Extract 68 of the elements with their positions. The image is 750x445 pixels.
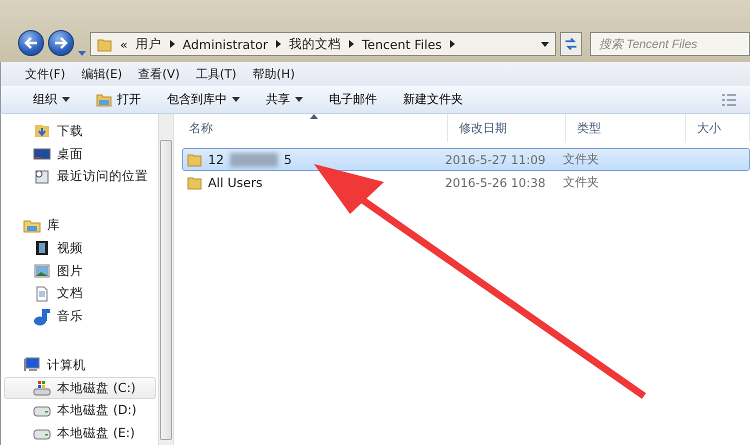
caret-icon xyxy=(62,97,70,102)
column-header[interactable]: 类型 xyxy=(566,114,686,142)
sidebar-header[interactable]: 库 xyxy=(4,214,156,237)
file-name: All Users xyxy=(208,175,262,190)
type-cell-text: 文件夹 xyxy=(563,151,600,168)
chevron-icon[interactable] xyxy=(450,40,455,48)
menu-item[interactable]: 帮助(H) xyxy=(252,66,295,82)
music-note-icon xyxy=(33,308,51,326)
date-cell-text: 2016-5-27 11:09 xyxy=(445,152,546,166)
breadcrumb[interactable]: Administrator xyxy=(182,36,268,52)
caret-icon xyxy=(295,97,303,102)
sidebar-item[interactable]: 最近访问的位置 xyxy=(4,166,156,188)
chevron-icon[interactable] xyxy=(348,40,354,48)
toolbar-button[interactable]: 共享 xyxy=(266,91,303,108)
sidebar-item[interactable]: 本地磁盘 (C:) xyxy=(4,376,156,400)
toolbar-button[interactable]: 电子邮件 xyxy=(329,91,377,108)
toolbar-button[interactable]: 包含到库中 xyxy=(167,91,240,108)
file-name: 5 xyxy=(284,152,292,167)
type-cell-text: 文件夹 xyxy=(563,174,600,191)
file-row[interactable]: All Users 2016-5-26 10:38 文件夹 xyxy=(182,171,750,194)
scrollbar[interactable] xyxy=(158,114,173,445)
chevron-icon[interactable] xyxy=(170,40,175,48)
column-header[interactable]: 修改日期 xyxy=(448,114,566,142)
folder-icon xyxy=(187,152,202,167)
caret-icon[interactable] xyxy=(541,42,549,46)
menu-item[interactable]: 文件(F) xyxy=(25,66,66,82)
date-cell-text: 2016-5-26 10:38 xyxy=(445,176,546,190)
open-folder-icon xyxy=(96,92,112,106)
back-button[interactable] xyxy=(18,30,44,56)
file-row[interactable]: 12 5 2016-5-27 11:09 文件夹 xyxy=(182,148,750,171)
toolbar-button[interactable]: 新建文件夹 xyxy=(403,91,463,108)
folder-icon xyxy=(187,175,202,190)
sort-arrow-icon xyxy=(310,114,318,119)
film-icon xyxy=(33,239,51,258)
sidebar-item[interactable]: 图片 xyxy=(4,260,156,283)
toolbar-button[interactable]: 打开 xyxy=(96,91,141,108)
sidebar-item[interactable]: 文档 xyxy=(4,282,156,306)
breadcrumb[interactable]: Tencent Files xyxy=(362,36,442,52)
breadcrumb[interactable]: 我的文档 xyxy=(288,36,341,52)
sidebar-item[interactable]: 音乐 xyxy=(4,305,156,328)
folder-icon xyxy=(97,36,112,52)
drive-icon xyxy=(33,379,51,398)
menu-item[interactable]: 查看(V) xyxy=(138,66,180,82)
address-bar[interactable]: « 用户 Administrator 我的文档 Tencent Files xyxy=(90,32,556,56)
sidebar-header[interactable]: 计算机 xyxy=(4,354,156,377)
search-field[interactable]: 搜索 Tencent Files xyxy=(590,32,750,56)
recent-places-icon xyxy=(33,168,51,186)
back-arrow-icon xyxy=(24,37,38,49)
breadcrumb[interactable]: 用户 xyxy=(136,36,162,52)
overflow-chevron[interactable]: « xyxy=(120,36,128,52)
file-name: 12 xyxy=(208,152,224,167)
chevron-icon[interactable] xyxy=(276,40,281,48)
refresh-icon[interactable] xyxy=(560,32,582,56)
image-icon xyxy=(33,262,51,280)
menu-item[interactable]: 工具(T) xyxy=(196,66,236,82)
sidebar-item[interactable]: 本地磁盘 (D:) xyxy=(4,399,156,422)
sidebar-item[interactable]: 桌面 xyxy=(4,142,156,166)
forward-arrow-icon xyxy=(54,37,68,49)
menu-item[interactable]: 编辑(E) xyxy=(81,66,122,82)
sidebar-item[interactable]: 视频 xyxy=(4,236,156,260)
forward-button[interactable] xyxy=(48,30,74,56)
sidebar-item[interactable]: 下载 xyxy=(4,120,156,143)
column-header[interactable]: 大小 xyxy=(686,114,750,142)
sidebar-item[interactable]: 本地磁盘 (E:) xyxy=(4,422,156,445)
toolbar-button[interactable]: 组织 xyxy=(33,91,70,108)
history-dropdown-icon[interactable] xyxy=(78,51,86,56)
view-options-icon[interactable] xyxy=(722,94,736,106)
caret-icon xyxy=(232,97,240,102)
